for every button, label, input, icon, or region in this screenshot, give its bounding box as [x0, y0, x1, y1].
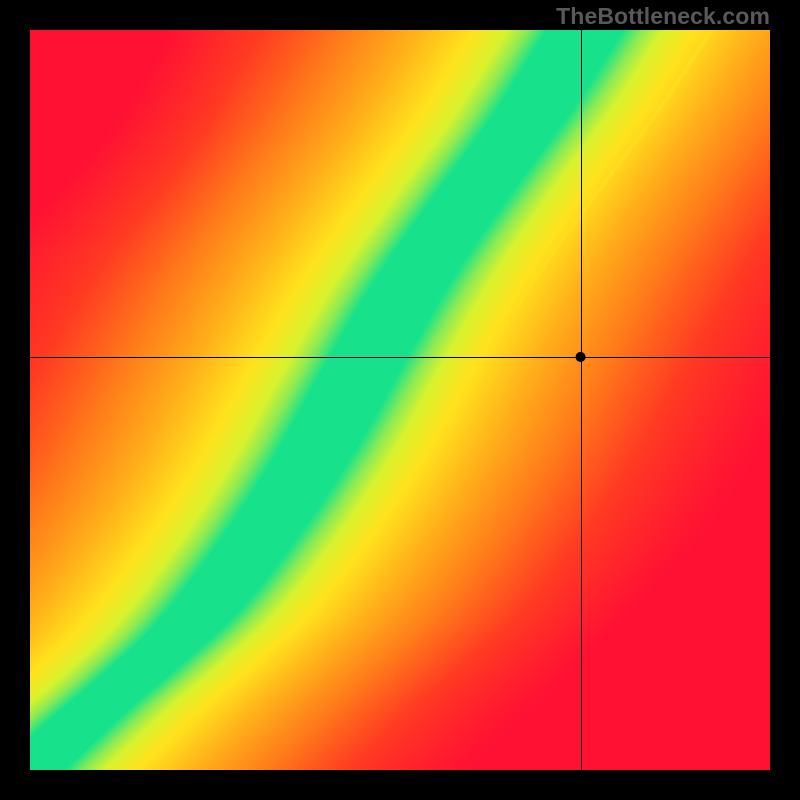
watermark-text: TheBottleneck.com	[556, 3, 770, 30]
chart-frame: TheBottleneck.com	[0, 0, 800, 800]
bottleneck-heatmap	[30, 30, 770, 770]
